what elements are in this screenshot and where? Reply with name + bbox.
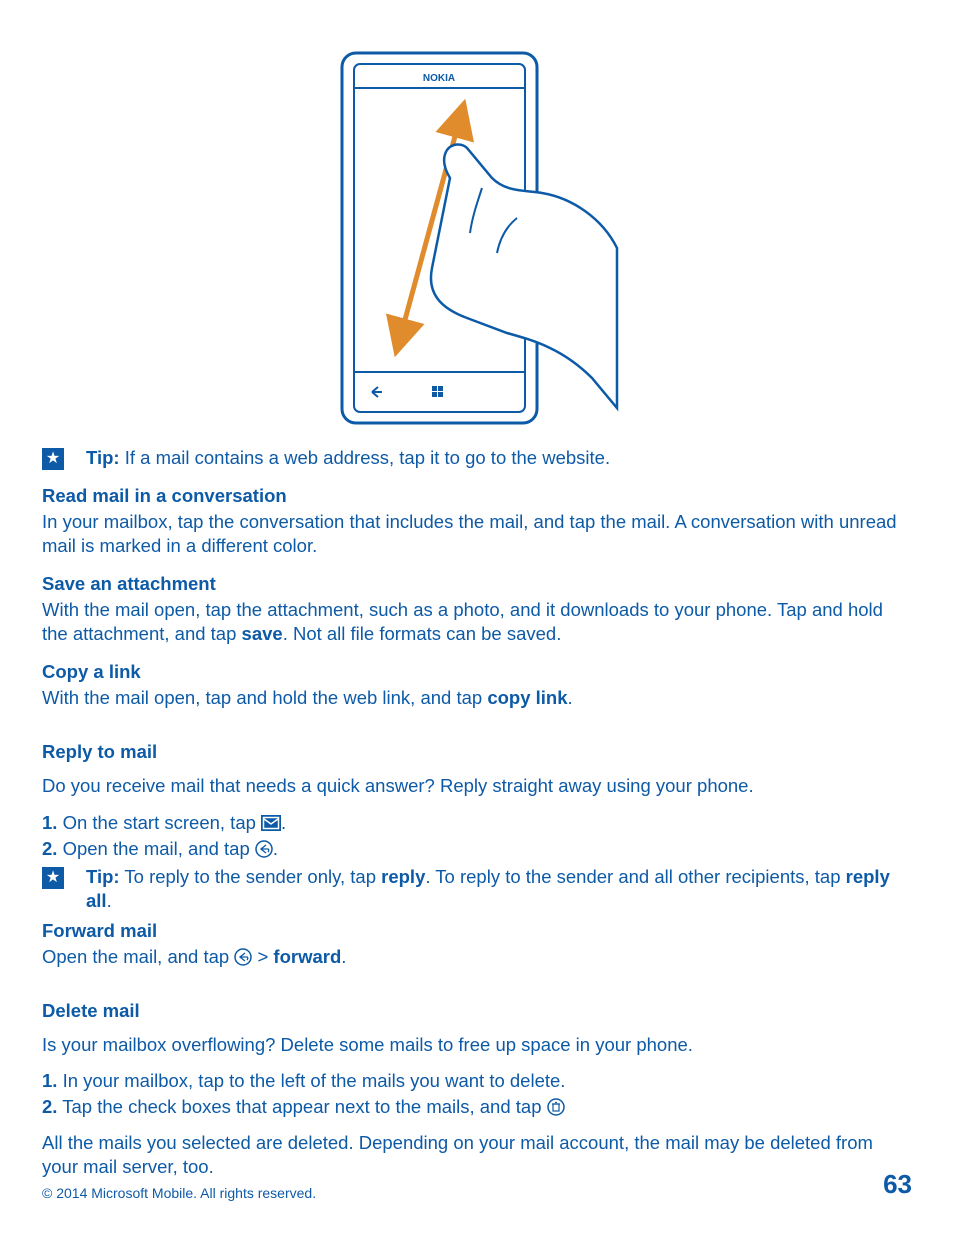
reply-icon (234, 948, 252, 966)
tip-reply: ★ Tip: To reply to the sender only, tap … (42, 865, 912, 913)
reply-step-2: 2. Open the mail, and tap . (42, 837, 912, 861)
phone-brand-text: NOKIA (423, 73, 455, 84)
reply-icon (255, 840, 273, 858)
body-read-mail: In your mailbox, tap the conversation th… (42, 510, 912, 558)
tip-text: Tip: If a mail contains a web address, t… (86, 446, 912, 470)
heading-copy-link: Copy a link (42, 660, 912, 684)
page-number: 63 (883, 1168, 912, 1202)
intro-reply: Do you receive mail that needs a quick a… (42, 774, 912, 798)
heading-save-attachment: Save an attachment (42, 572, 912, 596)
copyright: © 2014 Microsoft Mobile. All rights rese… (42, 1184, 316, 1202)
tip-web-address: ★ Tip: If a mail contains a web address,… (42, 446, 912, 470)
body-forward: Open the mail, and tap > forward. (42, 945, 912, 969)
heading-delete: Delete mail (42, 999, 912, 1023)
page: NOKIA (0, 0, 954, 1257)
footer: © 2014 Microsoft Mobile. All rights rese… (42, 1168, 912, 1202)
phone-illustration: NOKIA (42, 48, 912, 428)
star-icon: ★ (42, 867, 64, 889)
heading-read-mail: Read mail in a conversation (42, 484, 912, 508)
mail-icon (261, 815, 281, 831)
delete-step-2: 2. Tap the check boxes that appear next … (42, 1095, 912, 1119)
intro-delete: Is your mailbox overflowing? Delete some… (42, 1033, 912, 1057)
star-icon: ★ (42, 448, 64, 470)
reply-step-1: 1. On the start screen, tap . (42, 811, 912, 835)
body-save-attachment: With the mail open, tap the attachment, … (42, 598, 912, 646)
delete-step-1: 1. In your mailbox, tap to the left of t… (42, 1069, 912, 1093)
body-copy-link: With the mail open, tap and hold the web… (42, 686, 912, 710)
heading-reply: Reply to mail (42, 740, 912, 764)
heading-forward: Forward mail (42, 919, 912, 943)
trash-icon (547, 1098, 565, 1116)
tip-label: Tip: (86, 447, 120, 468)
phone-swipe-svg: NOKIA (332, 48, 622, 428)
tip-text: Tip: To reply to the sender only, tap re… (86, 865, 912, 913)
tip-body: If a mail contains a web address, tap it… (120, 447, 611, 468)
